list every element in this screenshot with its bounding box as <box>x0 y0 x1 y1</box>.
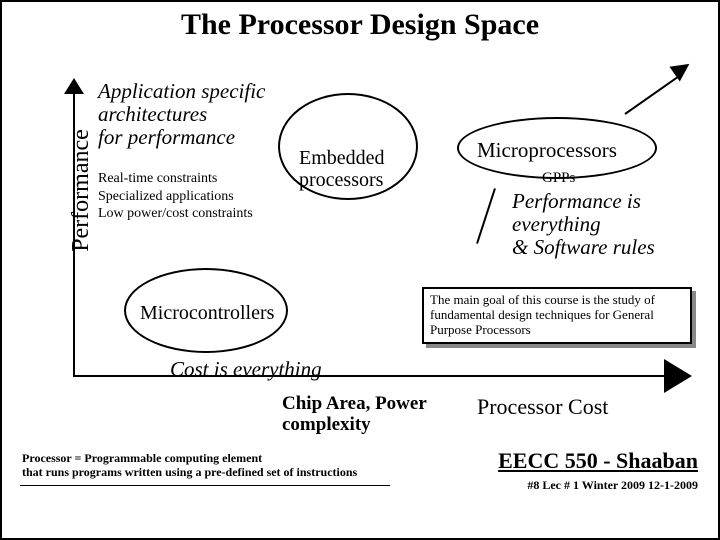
processor-definition: Processor = Programmable computing eleme… <box>22 452 357 480</box>
lecture-info: #8 Lec # 1 Winter 2009 12-1-2009 <box>527 478 698 493</box>
x-axis-label-cost: Processor Cost <box>477 394 608 420</box>
y-axis-label: Performance <box>68 129 95 252</box>
microprocessors-label: Microprocessors <box>477 138 617 163</box>
application-specific-text: Application specific architectures for p… <box>98 80 265 149</box>
x-axis-label-chip-area: Chip Area, Power complexity <box>282 394 427 436</box>
divider-line <box>20 485 390 486</box>
cost-everything-text: Cost is everything <box>170 357 322 382</box>
x-axis-arrow-icon <box>664 359 692 393</box>
diagram-area: Performance Chip Area, Power complexity … <box>2 62 718 538</box>
constraints-text: Real-time constraints Specialized applic… <box>98 170 253 223</box>
microcontrollers-label: Microcontrollers <box>140 302 274 325</box>
course-goal-box: The main goal of this course is the stud… <box>422 287 692 344</box>
y-axis-arrow-icon <box>64 78 84 94</box>
performance-everything-text: Performance is everything & Software rul… <box>512 190 655 259</box>
embedded-label: Embedded processors <box>299 147 385 191</box>
x-axis-line <box>73 375 673 377</box>
slide-title: The Processor Design Space <box>2 8 718 42</box>
gpps-label: GPPs <box>542 170 575 187</box>
upper-right-arrow-line <box>624 73 682 115</box>
slash-icon <box>476 188 496 244</box>
course-id: EECC 550 - Shaaban <box>498 448 698 474</box>
